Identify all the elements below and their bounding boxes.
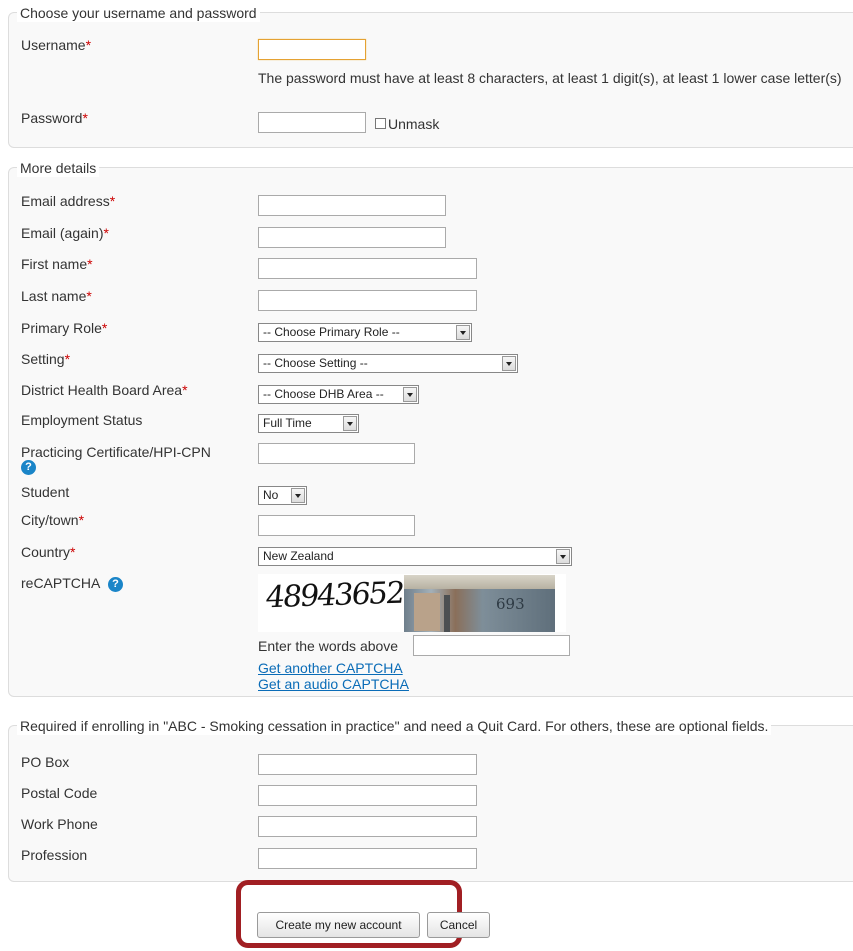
captcha-image: 48943652 693: [258, 574, 566, 632]
captcha-photo: 693: [404, 575, 555, 632]
chevron-down-icon[interactable]: [556, 549, 570, 564]
password-input[interactable]: [258, 112, 366, 133]
setting-value: -- Choose Setting --: [263, 356, 368, 370]
captcha-photo-text: 693: [496, 595, 525, 613]
dhb-label: District Health Board Area*: [21, 382, 188, 398]
unmask-label: Unmask: [388, 116, 440, 132]
country-value: New Zealand: [263, 549, 334, 563]
quitcard-fieldset: Required if enrolling in "ABC - Smoking …: [8, 717, 853, 882]
primary-role-value: -- Choose Primary Role --: [263, 325, 400, 339]
quitcard-legend: Required if enrolling in "ABC - Smoking …: [17, 717, 772, 735]
profession-label: Profession: [21, 847, 88, 863]
get-audio-captcha-link[interactable]: Get an audio CAPTCHA: [258, 676, 409, 692]
city-input[interactable]: [258, 515, 415, 536]
password-policy-note: The password must have at least 8 charac…: [258, 70, 842, 86]
captcha-input[interactable]: [413, 635, 570, 656]
postal-code-label: Postal Code: [21, 785, 98, 801]
chevron-down-icon[interactable]: [343, 416, 357, 431]
employment-label: Employment Status: [21, 412, 143, 428]
profession-input[interactable]: [258, 848, 477, 869]
captcha-prompt: Enter the words above: [258, 638, 399, 654]
captcha-text: 48943652: [263, 575, 405, 616]
student-select[interactable]: No: [258, 486, 307, 505]
po-box-input[interactable]: [258, 754, 477, 775]
password-label: Password*: [21, 110, 88, 126]
postal-code-input[interactable]: [258, 785, 477, 806]
email-again-label: Email (again)*: [21, 225, 109, 241]
employment-value: Full Time: [263, 416, 312, 430]
details-legend: More details: [17, 159, 100, 177]
last-name-input[interactable]: [258, 290, 477, 311]
certificate-label: Practicing Certificate/HPI-CPN: [21, 444, 211, 460]
setting-label: Setting*: [21, 351, 71, 367]
create-account-button[interactable]: Create my new account: [257, 912, 420, 938]
student-label: Student: [21, 484, 70, 500]
po-box-label: PO Box: [21, 754, 70, 770]
city-label: City/town*: [21, 512, 85, 528]
account-legend: Choose your username and password: [17, 4, 260, 22]
first-name-input[interactable]: [258, 258, 477, 279]
first-name-label: First name*: [21, 256, 93, 272]
chevron-down-icon[interactable]: [403, 387, 417, 402]
account-fieldset: Choose your username and password Userna…: [8, 4, 853, 148]
chevron-down-icon[interactable]: [502, 356, 516, 371]
employment-select[interactable]: Full Time: [258, 414, 359, 433]
chevron-down-icon[interactable]: [456, 325, 470, 340]
country-select[interactable]: New Zealand: [258, 547, 572, 566]
country-label: Country*: [21, 544, 76, 560]
work-phone-input[interactable]: [258, 816, 477, 837]
email-label: Email address*: [21, 193, 116, 209]
student-value: No: [263, 488, 279, 502]
dhb-select[interactable]: -- Choose DHB Area --: [258, 385, 419, 404]
unmask-checkbox[interactable]: [375, 118, 386, 129]
work-phone-label: Work Phone: [21, 816, 98, 832]
certificate-input[interactable]: [258, 443, 415, 464]
username-label: Username*: [21, 37, 92, 53]
email-input[interactable]: [258, 195, 446, 216]
primary-role-label: Primary Role*: [21, 320, 108, 336]
dhb-value: -- Choose DHB Area --: [263, 387, 384, 401]
email-again-input[interactable]: [258, 227, 446, 248]
question-mark-icon[interactable]: ?: [108, 577, 123, 592]
get-another-captcha-link[interactable]: Get another CAPTCHA: [258, 660, 403, 676]
cancel-button[interactable]: Cancel: [427, 912, 490, 938]
recaptcha-label: reCAPTCHA: [21, 575, 101, 591]
details-fieldset: More details Email address* Email (again…: [8, 159, 853, 697]
question-mark-icon[interactable]: ?: [21, 460, 36, 475]
chevron-down-icon[interactable]: [291, 488, 305, 503]
last-name-label: Last name*: [21, 288, 92, 304]
setting-select[interactable]: -- Choose Setting --: [258, 354, 518, 373]
primary-role-select[interactable]: -- Choose Primary Role --: [258, 323, 472, 342]
username-input[interactable]: [258, 39, 366, 60]
